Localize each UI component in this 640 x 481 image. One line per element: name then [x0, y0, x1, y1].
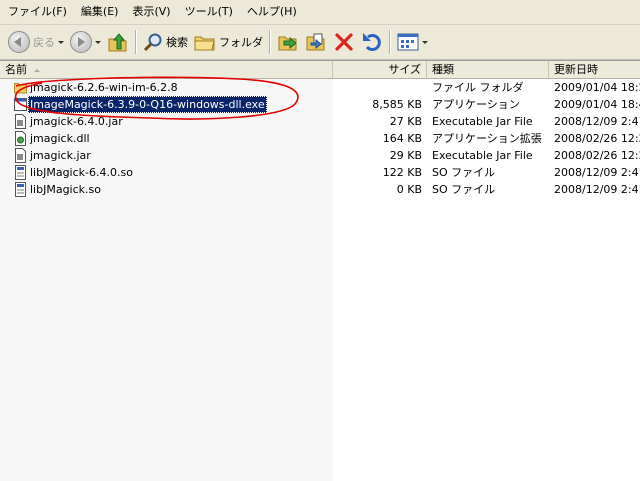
- menu-tools[interactable]: ツール(T): [177, 2, 239, 22]
- delete-button[interactable]: [330, 27, 358, 57]
- file-row[interactable]: jmagick.dll 164 KB アプリケーション拡張 2008/02/26…: [0, 130, 640, 147]
- search-button[interactable]: 検索: [140, 27, 191, 57]
- chevron-down-icon: [58, 40, 64, 44]
- file-type: Executable Jar File: [432, 115, 533, 128]
- file-name: libJMagick.so: [30, 183, 101, 196]
- delete-x-icon: [335, 33, 353, 51]
- copy-to-icon: [306, 33, 325, 51]
- header-size-label: サイズ: [388, 63, 421, 76]
- folders-icon: [194, 36, 215, 51]
- menu-bar: ファイル(F) 編集(E) 表示(V) ツール(T) ヘルプ(H): [0, 0, 640, 25]
- file-date: 2009/01/04 18:4: [554, 98, 640, 111]
- file-name: jmagick.dll: [30, 132, 90, 145]
- folders-label: フォルダ: [219, 36, 263, 49]
- file-type: ファイル フォルダ: [432, 81, 524, 94]
- file-type: SO ファイル: [432, 183, 496, 196]
- back-button[interactable]: 戻る: [0, 27, 67, 57]
- menu-view[interactable]: 表示(V): [124, 2, 176, 22]
- dll-icon: [15, 131, 26, 146]
- file-row-selected[interactable]: ImageMagick-6.3.9-0-Q16-windows-dll.exe …: [0, 96, 640, 113]
- column-header: 名前 サイズ 種類 更新日時: [0, 61, 640, 79]
- file-list: 名前 サイズ 種類 更新日時 jmagick-6.2.6-win-im-6.2.…: [0, 60, 640, 481]
- menu-edit[interactable]: 編集(E): [73, 2, 125, 22]
- file-type: アプリケーション拡張: [432, 132, 542, 145]
- up-folder-icon: [108, 33, 127, 52]
- so-file-icon: [15, 182, 26, 197]
- file-date: 2008/02/26 12:2: [554, 149, 640, 162]
- folder-icon: [14, 83, 27, 94]
- jar-icon: [15, 148, 26, 163]
- file-size: [333, 79, 427, 96]
- folders-button[interactable]: フォルダ: [191, 27, 266, 57]
- file-date: 2008/12/09 2:41: [554, 166, 640, 179]
- file-row[interactable]: libJMagick-6.4.0.so 122 KB SO ファイル 2008/…: [0, 164, 640, 181]
- back-label: 戻る: [33, 36, 55, 49]
- undo-icon: [363, 33, 381, 51]
- file-row[interactable]: jmagick-6.2.6-win-im-6.2.8 ファイル フォルダ 200…: [0, 79, 640, 96]
- file-type: Executable Jar File: [432, 149, 533, 162]
- so-file-icon: [15, 165, 26, 180]
- back-arrow-icon: [8, 31, 30, 53]
- menu-help[interactable]: ヘルプ(H): [239, 2, 303, 22]
- forward-arrow-icon: [70, 31, 92, 53]
- sort-ascending-icon: [34, 68, 40, 72]
- header-name-label: 名前: [5, 63, 27, 76]
- toolbar-separator: [269, 30, 271, 54]
- move-to-button[interactable]: [274, 27, 302, 57]
- file-name: jmagick.jar: [30, 149, 91, 162]
- jar-icon: [15, 114, 26, 129]
- exe-icon: [14, 98, 27, 111]
- file-row[interactable]: libJMagick.so 0 KB SO ファイル 2008/12/09 2:…: [0, 181, 640, 198]
- search-icon: [143, 33, 162, 52]
- file-date: 2008/12/09 2:41: [554, 183, 640, 196]
- move-to-icon: [278, 36, 297, 51]
- file-name: ImageMagick-6.3.9-0-Q16-windows-dll.exe: [28, 96, 267, 113]
- file-name: jmagick-6.2.6-win-im-6.2.8: [30, 81, 178, 94]
- views-button[interactable]: [394, 27, 431, 57]
- copy-to-button[interactable]: [302, 27, 330, 57]
- file-row[interactable]: jmagick.jar 29 KB Executable Jar File 20…: [0, 147, 640, 164]
- header-size[interactable]: サイズ: [333, 61, 427, 78]
- toolbar-separator: [135, 30, 137, 54]
- menu-file[interactable]: ファイル(F): [0, 2, 73, 22]
- header-type[interactable]: 種類: [427, 61, 549, 78]
- views-icon: [397, 33, 419, 51]
- header-name[interactable]: 名前: [0, 61, 333, 78]
- chevron-down-icon: [422, 40, 428, 44]
- file-name: libJMagick-6.4.0.so: [30, 166, 133, 179]
- search-label: 検索: [166, 36, 188, 49]
- file-date: 2008/02/26 12:2: [554, 132, 640, 145]
- undo-button[interactable]: [358, 27, 386, 57]
- file-date: 2009/01/04 18:2: [554, 81, 640, 94]
- toolbar: 戻る 検索 フォルダ: [0, 25, 640, 60]
- chevron-down-icon: [95, 40, 101, 44]
- file-row[interactable]: jmagick-6.4.0.jar 27 KB Executable Jar F…: [0, 113, 640, 130]
- header-date[interactable]: 更新日時: [549, 61, 640, 78]
- file-date: 2008/12/09 2:41: [554, 115, 640, 128]
- file-size: 29 KB: [389, 149, 422, 162]
- file-type: アプリケーション: [432, 98, 520, 111]
- file-size: 27 KB: [389, 115, 422, 128]
- file-size: 0 KB: [396, 183, 422, 196]
- forward-button[interactable]: [67, 27, 104, 57]
- toolbar-separator: [389, 30, 391, 54]
- header-type-label: 種類: [432, 63, 454, 76]
- up-folder-button[interactable]: [104, 27, 132, 57]
- file-size: 122 KB: [382, 166, 422, 179]
- file-name: jmagick-6.4.0.jar: [30, 115, 123, 128]
- file-size: 164 KB: [382, 132, 422, 145]
- file-size: 8,585 KB: [372, 98, 422, 111]
- header-date-label: 更新日時: [554, 63, 598, 76]
- file-type: SO ファイル: [432, 166, 496, 179]
